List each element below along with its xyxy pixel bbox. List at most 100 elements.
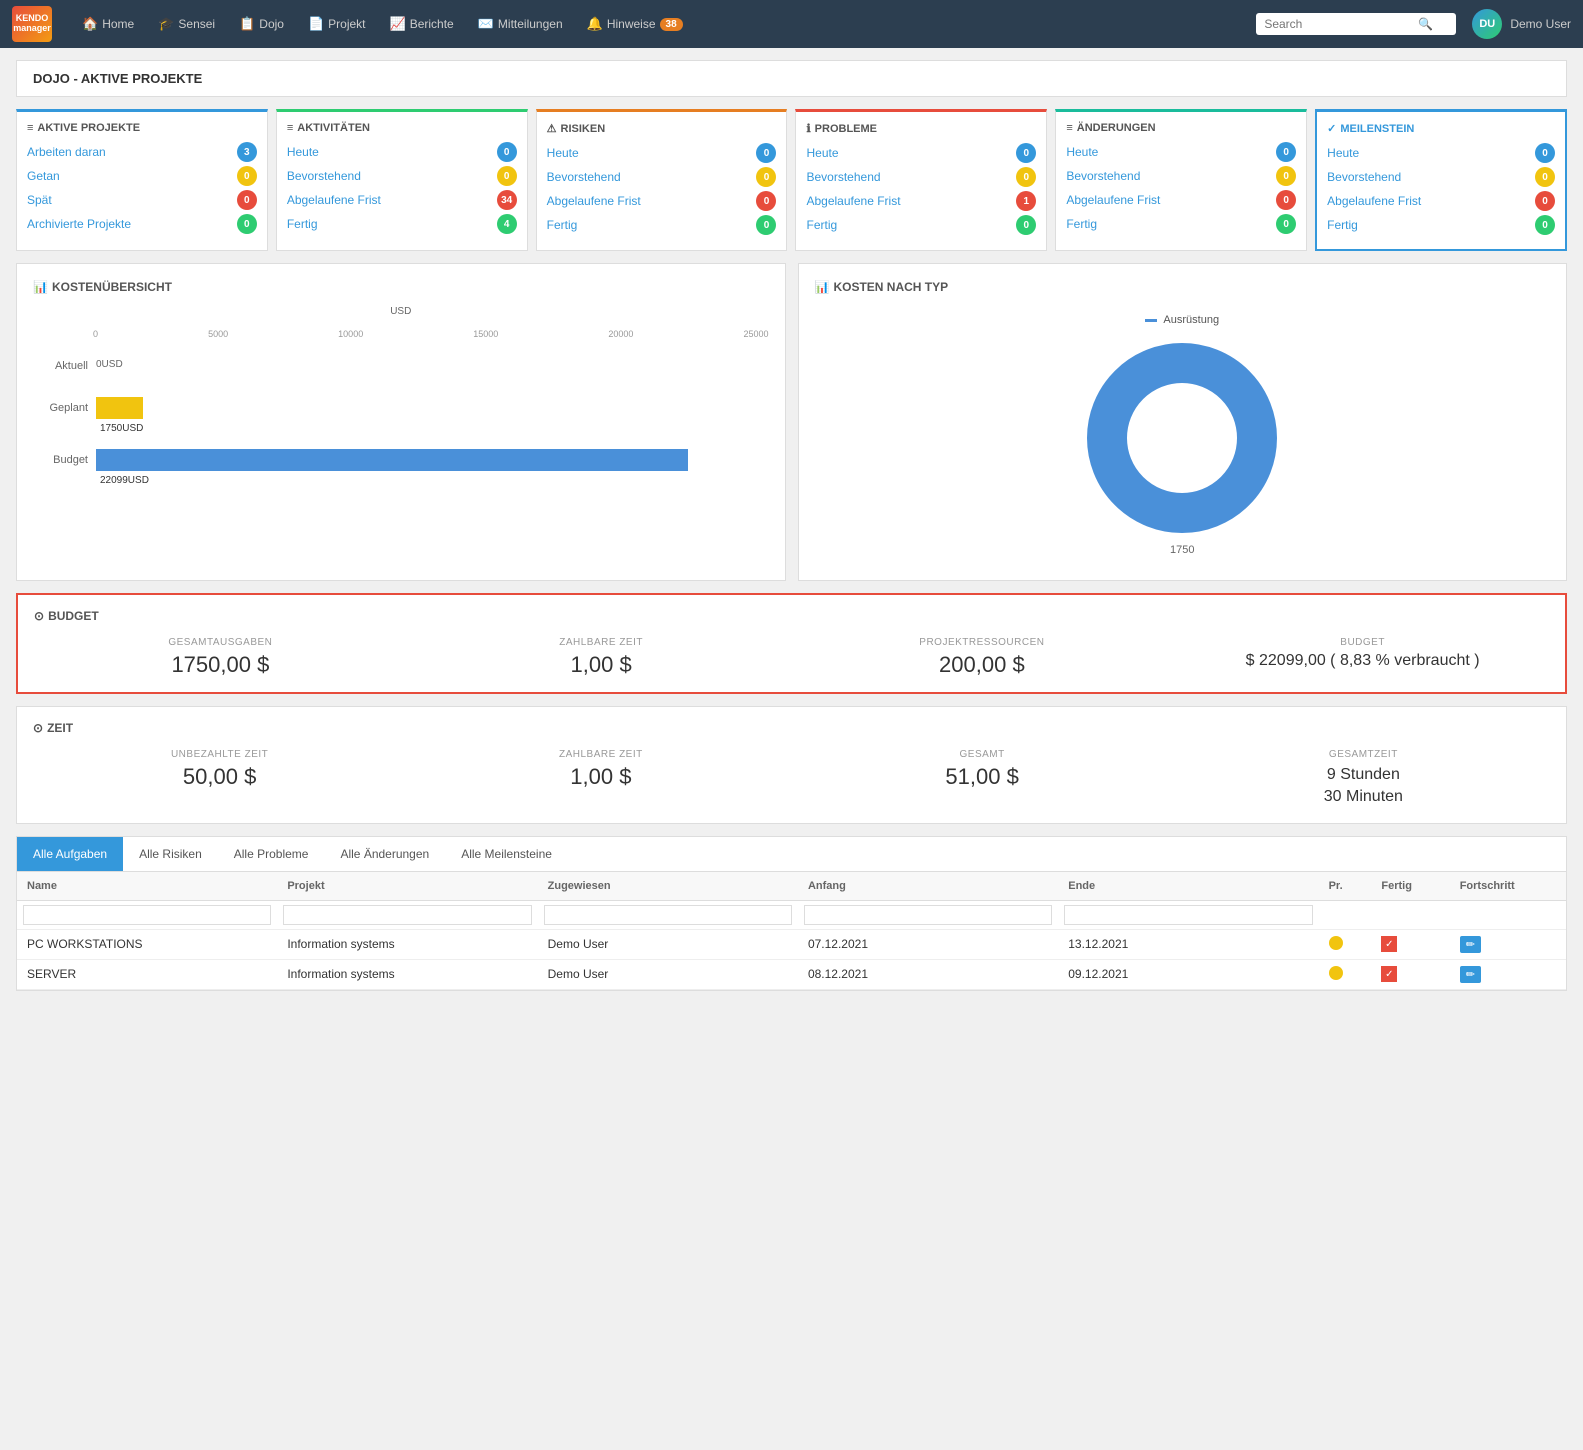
b-m-fertig: 0 [1535, 215, 1555, 235]
wl-ae-frist[interactable]: Abgelaufene Frist [1066, 193, 1160, 207]
kostenübersicht-card: 📊 KOSTENÜBERSICHT USD 0 5000 10000 15000… [16, 263, 786, 581]
widgets-row: ≡ AKTIVE PROJEKTE Arbeiten daran 3 Getan… [16, 109, 1567, 251]
widget-link-spät[interactable]: Spät [27, 193, 52, 207]
wl-a-bev[interactable]: Bevorstehend [287, 169, 361, 183]
wl-p-frist[interactable]: Abgelaufene Frist [806, 194, 900, 208]
hinweise-icon: 🔔 [587, 16, 603, 32]
nav-dojo[interactable]: 📋 Dojo [229, 10, 294, 38]
bar-row-geplant: Geplant 1750USD [33, 397, 769, 419]
wl-m-heute[interactable]: Heute [1327, 146, 1359, 160]
metric-value-budget: $ 22099,00 ( 8,83 % verbraucht ) [1176, 652, 1549, 670]
widget-änderungen: ≡ ÄNDERUNGEN Heute 0 Bevorstehend 0 Abge… [1055, 109, 1307, 251]
user-label: Demo User [1510, 17, 1571, 31]
tab-alle-probleme[interactable]: Alle Probleme [218, 837, 325, 871]
bar-outer-budget: 22099USD [96, 449, 769, 471]
kosten-nach-typ-card: 📊 KOSTEN NACH TYP Ausrüstung 1750 [798, 263, 1568, 581]
b-a-bev: 0 [497, 166, 517, 186]
wl-a-fertig[interactable]: Fertig [287, 217, 318, 231]
widget-icon-3: ⚠ [547, 122, 557, 135]
wl-ae-heute[interactable]: Heute [1066, 145, 1098, 159]
widget-row: Getan 0 [27, 166, 257, 186]
donut-value-label: 1750 [1170, 544, 1194, 556]
tab-alle-risiken[interactable]: Alle Risiken [123, 837, 218, 871]
search-box[interactable]: 🔍 [1256, 13, 1456, 35]
metric-label-gesamtausgaben: GESAMTAUSGABEN [34, 637, 407, 648]
filter-zugewiesen[interactable] [544, 905, 792, 925]
search-icon: 🔍 [1418, 17, 1433, 31]
edit-btn-2[interactable]: ✏ [1460, 966, 1481, 983]
wl-a-frist[interactable]: Abgelaufene Frist [287, 193, 381, 207]
nav-mitteilungen[interactable]: ✉️ Mitteilungen [468, 10, 573, 38]
wl-m-fertig[interactable]: Fertig [1327, 218, 1358, 232]
b-r-bev: 0 [756, 167, 776, 187]
budget-title: ⊙ BUDGET [34, 609, 1549, 623]
wl-p-bev[interactable]: Bevorstehend [806, 170, 880, 184]
cell-projekt-2: Information systems [277, 959, 537, 989]
wl-p-heute[interactable]: Heute [806, 146, 838, 160]
nav-home[interactable]: 🏠 Home [72, 10, 144, 38]
metric-unbezahlte-zeit: UNBEZAHLTE ZEIT 50,00 $ [33, 749, 406, 809]
wl-p-fertig[interactable]: Fertig [806, 218, 837, 232]
metric-label-unbez: UNBEZAHLTE ZEIT [33, 749, 406, 760]
bar-label-budget: Budget [33, 454, 88, 466]
metric-label-zahlbare-zeit: ZAHLBARE ZEIT [415, 637, 788, 648]
metric-zahlbare-zeit-2: ZAHLBARE ZEIT 1,00 $ [414, 749, 787, 809]
badge-archiv: 0 [237, 214, 257, 234]
wl-r-bev[interactable]: Bevorstehend [547, 170, 621, 184]
metric-label-gesamtzeit: GESAMTZEIT [1177, 749, 1550, 760]
search-input[interactable] [1264, 17, 1414, 31]
chart-icon-2: 📊 [815, 280, 830, 294]
filter-name[interactable] [23, 905, 271, 925]
col-fortschritt: Fortschritt [1450, 872, 1566, 901]
wl-r-frist[interactable]: Abgelaufene Frist [547, 194, 641, 208]
bar-outer-geplant: 1750USD [96, 397, 769, 419]
widget-risiken: ⚠ RISIKEN Heute 0 Bevorstehend 0 Abgelau… [536, 109, 788, 251]
tab-alle-änderungen[interactable]: Alle Änderungen [324, 837, 445, 871]
b-ae-bev: 0 [1276, 166, 1296, 186]
b-ae-fertig: 0 [1276, 214, 1296, 234]
filter-ende[interactable] [1064, 905, 1312, 925]
filter-projekt[interactable] [283, 905, 531, 925]
dojo-icon: 📋 [239, 16, 255, 32]
wl-a-heute[interactable]: Heute [287, 145, 319, 159]
nav-sensei[interactable]: 🎓 Sensei [148, 10, 225, 38]
widget-row: Arbeiten daran 3 [27, 142, 257, 162]
edit-btn-1[interactable]: ✏ [1460, 936, 1481, 953]
widget-row: Archivierte Projekte 0 [27, 214, 257, 234]
tab-alle-aufgaben[interactable]: Alle Aufgaben [17, 837, 123, 871]
wl-ae-bev[interactable]: Bevorstehend [1066, 169, 1140, 183]
avatar: DU [1472, 9, 1502, 39]
metric-value-gesamtausgaben: 1750,00 $ [34, 652, 407, 678]
wl-r-fertig[interactable]: Fertig [547, 218, 578, 232]
projekt-icon: 📄 [308, 16, 324, 32]
bar-row-aktuell: Aktuell 0USD [33, 355, 769, 377]
wl-m-bev[interactable]: Bevorstehend [1327, 170, 1401, 184]
chart-icon-1: 📊 [33, 280, 48, 294]
tab-alle-meilensteine[interactable]: Alle Meilensteine [445, 837, 568, 871]
widget-link-archiv[interactable]: Archivierte Projekte [27, 217, 131, 231]
zeit-metrics-row: UNBEZAHLTE ZEIT 50,00 $ ZAHLBARE ZEIT 1,… [33, 749, 1550, 809]
wl-m-frist[interactable]: Abgelaufene Frist [1327, 194, 1421, 208]
nav-projekt[interactable]: 📄 Projekt [298, 10, 376, 38]
filter-anfang[interactable] [804, 905, 1052, 925]
cell-anfang-2: 08.12.2021 [798, 959, 1058, 989]
cell-name-2: SERVER [17, 959, 277, 989]
b-a-fertig: 4 [497, 214, 517, 234]
donut-container: Ausrüstung 1750 [815, 306, 1551, 564]
sensei-icon: 🎓 [158, 16, 174, 32]
widget-link-arbeiten[interactable]: Arbeiten daran [27, 145, 106, 159]
budget-metrics-row: GESAMTAUSGABEN 1750,00 $ ZAHLBARE ZEIT 1… [34, 637, 1549, 678]
widget-link-getan[interactable]: Getan [27, 169, 60, 183]
wl-ae-fertig[interactable]: Fertig [1066, 217, 1097, 231]
col-zugewiesen: Zugewiesen [538, 872, 798, 901]
metric-projektressourcen: PROJEKTRESSOURCEN 200,00 $ [796, 637, 1169, 678]
col-pr: Pr. [1319, 872, 1372, 901]
brand[interactable]: KENDOmanager [12, 6, 52, 42]
nav-hinweise[interactable]: 🔔 Hinweise 38 [577, 10, 693, 38]
donut-chart [1082, 338, 1282, 538]
nav-berichte[interactable]: 📈 Berichte [380, 10, 464, 38]
wl-r-heute[interactable]: Heute [547, 146, 579, 160]
b-p-heute: 0 [1016, 143, 1036, 163]
mitteilungen-icon: ✉️ [478, 16, 494, 32]
widget-row: Spät 0 [27, 190, 257, 210]
